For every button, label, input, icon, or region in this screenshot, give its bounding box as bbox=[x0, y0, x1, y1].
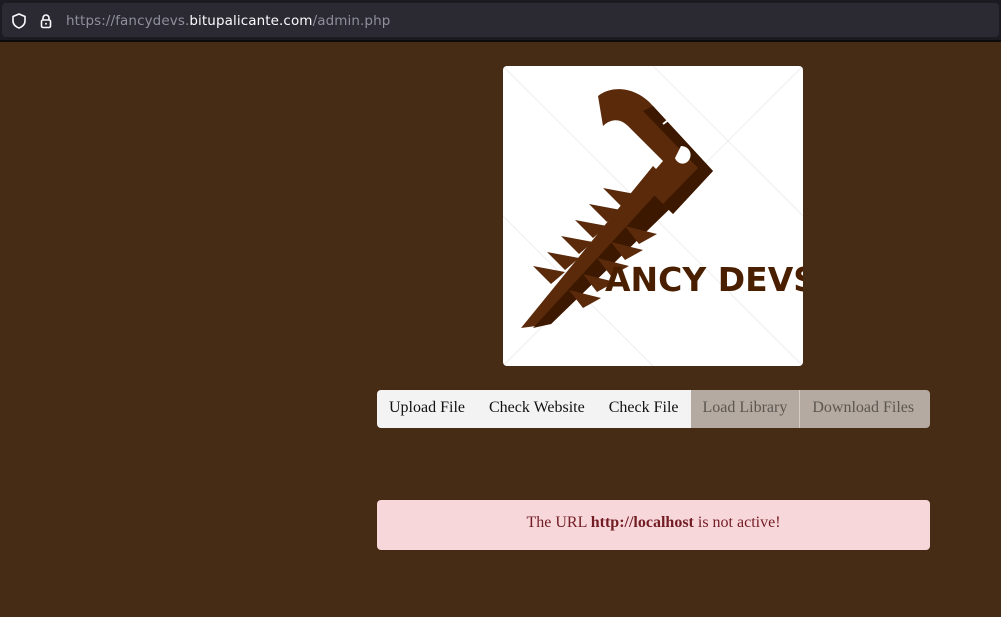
check-website-button[interactable]: Check Website bbox=[477, 390, 597, 428]
browser-toolbar: https://fancydevs.bitupalicante.com/admi… bbox=[0, 0, 1001, 42]
alert-url: http://localhost bbox=[590, 514, 694, 531]
download-files-button[interactable]: Download Files bbox=[799, 390, 930, 428]
load-library-button[interactable]: Load Library bbox=[690, 390, 800, 428]
action-button-group: Upload File Check Website Check File Loa… bbox=[377, 390, 930, 428]
fancy-devs-logo: ANCY DEVS bbox=[503, 66, 803, 366]
alert-prefix: The URL bbox=[526, 514, 591, 531]
shield-icon[interactable] bbox=[11, 13, 27, 29]
url-path: /admin.php bbox=[312, 13, 391, 29]
url-text[interactable]: https://fancydevs.bitupalicante.com/admi… bbox=[66, 13, 390, 29]
url-prefix: https://fancydevs. bbox=[66, 13, 190, 29]
address-bar[interactable]: https://fancydevs.bitupalicante.com/admi… bbox=[2, 3, 999, 37]
toolbar-divider bbox=[0, 40, 1001, 42]
alert-message: The URL http://localhost is not active! bbox=[377, 500, 930, 550]
check-file-button[interactable]: Check File bbox=[596, 390, 691, 428]
alert-suffix: is not active! bbox=[693, 514, 781, 531]
url-host: bitupalicante.com bbox=[189, 13, 313, 29]
screw-hammer-logo-icon: ANCY DEVS bbox=[503, 66, 803, 366]
logo-text: ANCY DEVS bbox=[605, 260, 803, 299]
lock-icon[interactable] bbox=[38, 13, 54, 29]
upload-file-button[interactable]: Upload File bbox=[377, 390, 477, 428]
